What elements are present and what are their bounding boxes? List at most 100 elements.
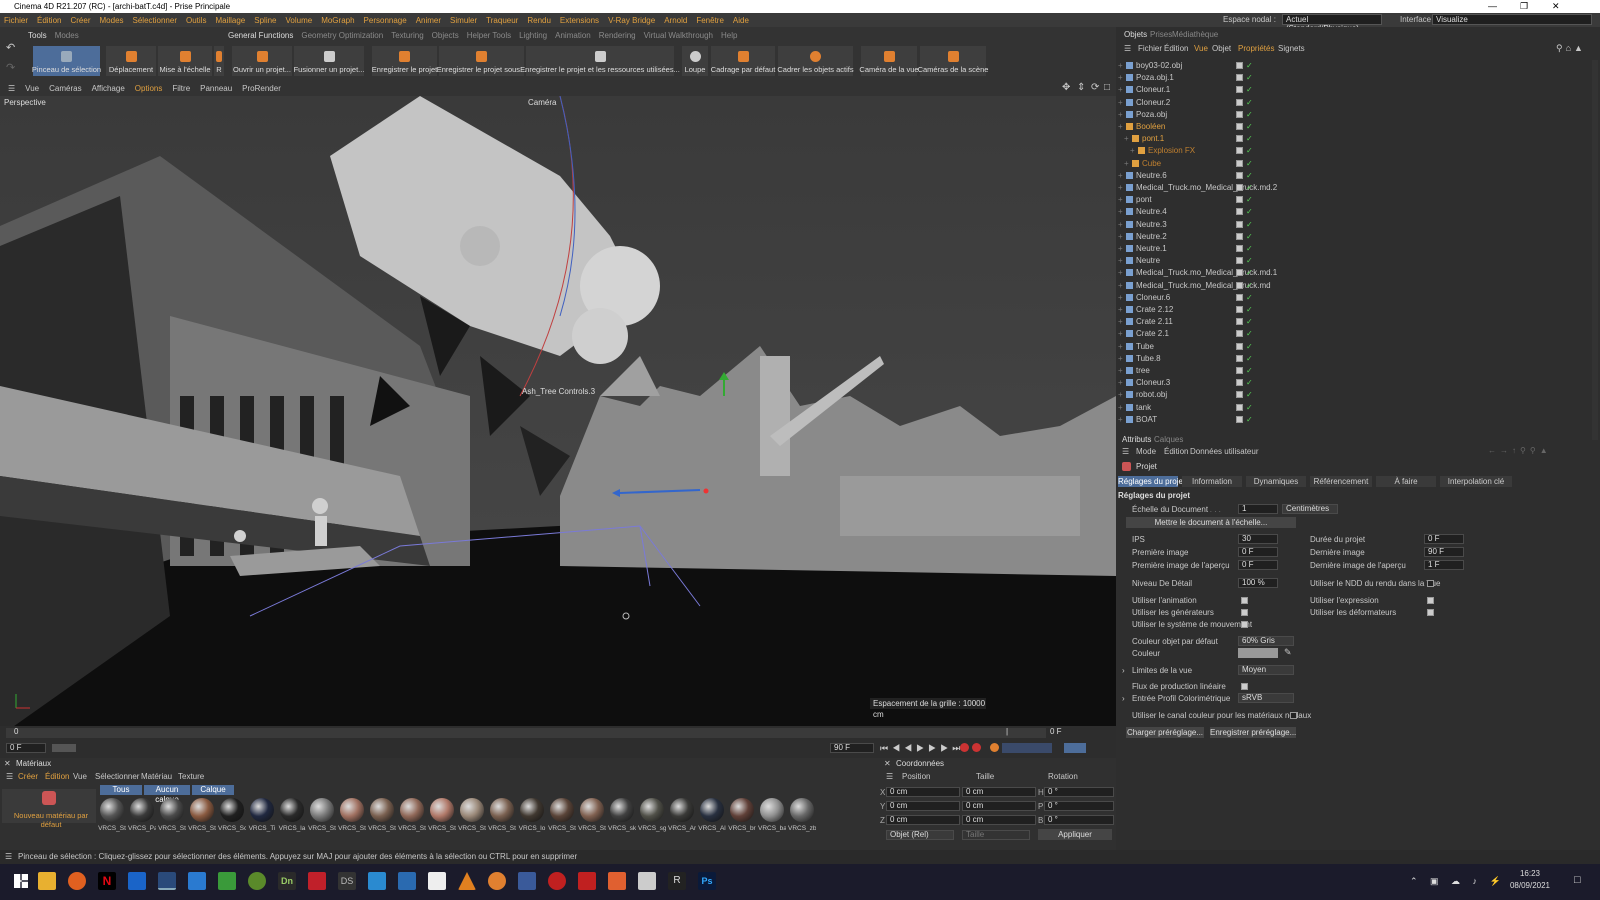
app-icon-10[interactable] (578, 872, 596, 890)
visibility-toggle[interactable] (1236, 354, 1243, 362)
enabled-check-icon[interactable]: ✓ (1246, 267, 1253, 279)
rotate-button[interactable]: R (214, 46, 224, 76)
expand-icon[interactable]: + (1118, 97, 1123, 109)
size-x-field[interactable]: 0 cm (962, 787, 1036, 797)
enabled-check-icon[interactable]: ✓ (1246, 365, 1253, 377)
3d-viewport[interactable]: Perspective Caméra Ash_Tree Controls.3 E… (0, 96, 1116, 726)
object-row[interactable]: + Booléen ✓ (1116, 121, 1600, 133)
minimize-icon[interactable]: — (1488, 0, 1497, 13)
tab-animation[interactable]: Animation (555, 31, 591, 40)
color-profile-select[interactable]: sRVB (1238, 693, 1294, 703)
app-icon-4[interactable] (368, 872, 386, 890)
visibility-toggle[interactable] (1236, 245, 1243, 252)
notification-icon[interactable]: □ (1574, 874, 1581, 886)
app-icon-11[interactable] (608, 872, 626, 890)
visibility-toggle[interactable] (1236, 281, 1243, 289)
visibility-toggle[interactable] (1236, 342, 1243, 350)
lod-field[interactable]: 100 % (1238, 578, 1278, 588)
coord-close-icon[interactable]: ✕ (884, 759, 891, 768)
object-row[interactable]: + Cloneur.1 ✓ (1116, 84, 1600, 96)
rotation-p-field[interactable]: 0 ° (1044, 801, 1114, 811)
vp-menu-options[interactable]: Options (135, 84, 163, 93)
tab-help[interactable]: Help (721, 31, 737, 40)
save-project-button[interactable]: Enregistrer le projet (372, 46, 437, 76)
coord-mode-select[interactable]: Objet (Rel) (886, 830, 954, 840)
visibility-toggle[interactable] (1236, 257, 1243, 265)
expand-icon[interactable]: + (1118, 414, 1123, 426)
mat-menu-creer[interactable]: Créer (18, 772, 38, 781)
record-icon[interactable] (960, 743, 969, 752)
vlc-icon[interactable] (458, 872, 476, 890)
enabled-check-icon[interactable]: ✓ (1246, 158, 1253, 170)
eyedropper-icon[interactable]: ✎ (1284, 647, 1292, 658)
linear-workflow-checkbox[interactable] (1241, 683, 1248, 690)
visibility-toggle[interactable] (1236, 232, 1243, 240)
obj-menu-icon[interactable]: ☰ (1124, 44, 1131, 53)
tab-lighting[interactable]: Lighting (519, 31, 547, 40)
material-swatch[interactable]: VRCS_sk (608, 796, 636, 834)
mat-menu-selectionner[interactable]: Sélectionner (95, 772, 139, 781)
visibility-toggle[interactable] (1236, 220, 1243, 228)
windows-start-icon[interactable] (14, 874, 28, 888)
use-deformers-checkbox[interactable] (1427, 609, 1434, 616)
undo-icon[interactable]: ↶ (6, 41, 20, 54)
move-view-icon[interactable]: ✥ (1062, 82, 1070, 93)
view-camera-button[interactable]: Caméra de la vue (859, 46, 919, 76)
object-row[interactable]: + Tube.8 ✓ (1116, 353, 1600, 365)
material-swatch[interactable]: VRCS_St (338, 796, 366, 834)
object-row[interactable]: + pont ✓ (1116, 194, 1600, 206)
frame-slider[interactable] (52, 744, 76, 752)
object-row[interactable]: + Cloneur.3 ✓ (1116, 377, 1600, 389)
menu-fenetre[interactable]: Fenêtre (696, 16, 724, 25)
tab-calques[interactable]: Calques (1154, 435, 1183, 444)
enabled-check-icon[interactable]: ✓ (1246, 304, 1253, 316)
enabled-check-icon[interactable]: ✓ (1246, 219, 1253, 231)
attr-nav-icons[interactable]: ←→↑⚲⚲▲ (1488, 446, 1552, 455)
object-row[interactable]: + Crate 2.1 ✓ (1116, 328, 1600, 340)
visibility-toggle[interactable] (1236, 62, 1243, 69)
enabled-check-icon[interactable]: ✓ (1246, 231, 1253, 243)
visibility-toggle[interactable] (1236, 171, 1243, 179)
material-swatch[interactable]: VRCS_St (548, 796, 576, 834)
size-z-field[interactable]: 0 cm (962, 815, 1036, 825)
object-row[interactable]: + Neutre.6 ✓ (1116, 170, 1600, 182)
dimension-icon[interactable]: Dn (278, 872, 296, 890)
material-swatch[interactable]: VRCS_zb (788, 796, 816, 834)
enabled-check-icon[interactable]: ✓ (1246, 377, 1253, 389)
zoom-view-icon[interactable]: ⇕ (1077, 82, 1085, 93)
object-row[interactable]: + boy03-02.obj ✓ (1116, 60, 1600, 72)
tab-attributs[interactable]: Attributs (1122, 435, 1151, 444)
mat-menu-edition[interactable]: Édition (45, 772, 69, 781)
enabled-check-icon[interactable]: ✓ (1246, 133, 1253, 145)
file-explorer-icon[interactable] (38, 872, 56, 890)
visibility-toggle[interactable] (1236, 196, 1243, 204)
filter-layer-tab[interactable]: Calque (192, 785, 234, 795)
material-swatch[interactable]: VRCS_br (728, 796, 756, 834)
menu-rendu[interactable]: Rendu (527, 16, 551, 25)
view-clipping-select[interactable]: Moyen (1238, 665, 1294, 675)
visibility-toggle[interactable] (1236, 86, 1243, 94)
timeline-layout-icon[interactable] (1064, 743, 1086, 753)
size-y-field[interactable]: 0 cm (962, 801, 1036, 811)
enabled-check-icon[interactable]: ✓ (1246, 182, 1253, 194)
use-generators-checkbox[interactable] (1241, 609, 1248, 616)
visibility-toggle[interactable] (1236, 110, 1243, 118)
expand-icon[interactable]: + (1118, 170, 1123, 182)
visibility-toggle[interactable] (1236, 208, 1243, 216)
object-row[interactable]: + Cube ✓ (1116, 158, 1600, 170)
expand-icon[interactable]: + (1118, 243, 1123, 255)
expand-icon[interactable]: + (1118, 72, 1123, 84)
enabled-check-icon[interactable]: ✓ (1246, 84, 1253, 96)
visibility-toggle[interactable] (1236, 269, 1243, 277)
menu-creer[interactable]: Créer (70, 16, 90, 25)
nodal-color-checkbox[interactable] (1290, 712, 1297, 719)
enabled-check-icon[interactable]: ✓ (1246, 341, 1253, 353)
enabled-check-icon[interactable]: ✓ (1246, 353, 1253, 365)
frame-active-button[interactable]: Cadrer les objets actifs (777, 46, 854, 76)
end-frame-field[interactable]: 90 F (830, 743, 874, 753)
autokey-icon[interactable] (972, 743, 981, 752)
photoshop-icon[interactable]: Ps (698, 872, 716, 890)
visibility-toggle[interactable] (1236, 184, 1243, 191)
material-swatch[interactable]: VRCS_St (188, 796, 216, 834)
visibility-toggle[interactable] (1236, 379, 1243, 387)
